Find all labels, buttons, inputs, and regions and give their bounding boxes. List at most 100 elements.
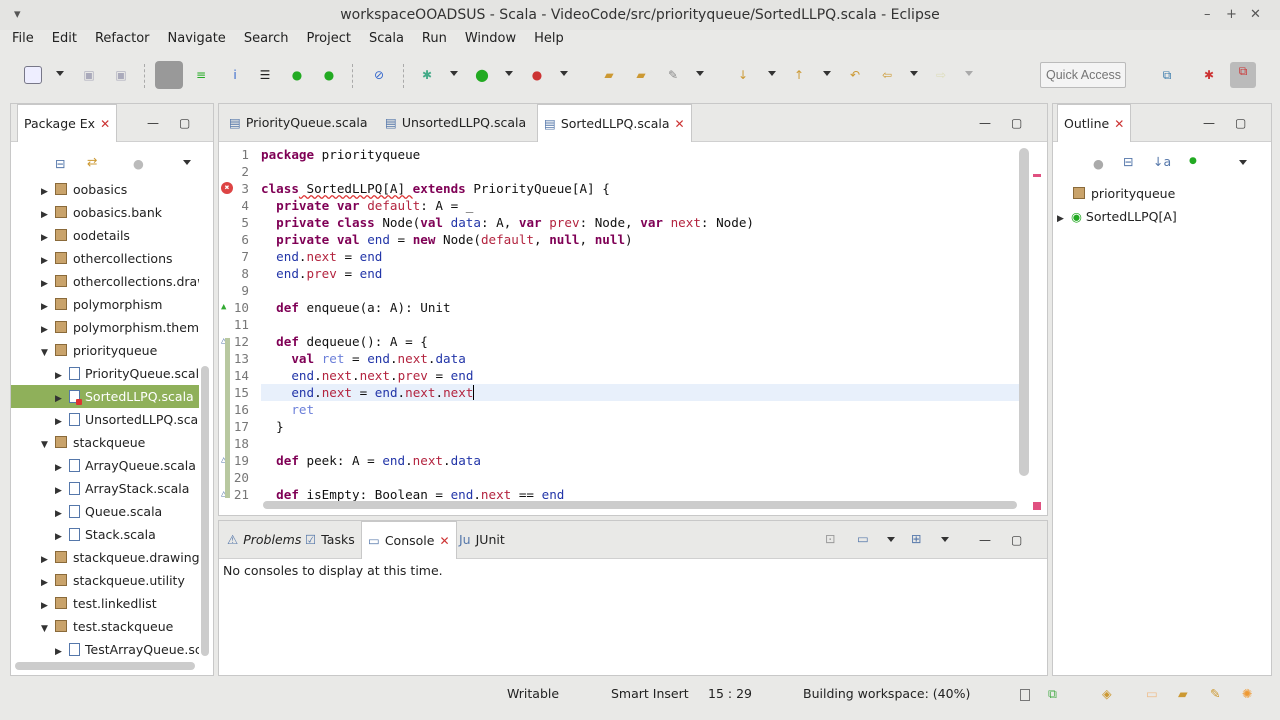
code-line[interactable]: 14 end.next.next.prev = end (219, 367, 1021, 384)
save-icon[interactable]: ▣ (80, 66, 98, 84)
tree-item[interactable]: ▶ UnsortedLLPQ.scala (11, 408, 199, 431)
tree-item[interactable]: ▶ ArrayQueue.scala (11, 454, 199, 477)
code-line[interactable]: 2 (219, 163, 1021, 180)
back-icon[interactable]: ⇦ (878, 66, 896, 84)
run-test-icon[interactable]: ● (320, 66, 338, 84)
menu-search[interactable]: Search (232, 30, 295, 50)
close-icon[interactable]: ✕ (100, 117, 110, 131)
minimize-icon[interactable]: – (1204, 0, 1211, 30)
next-annotation-icon[interactable]: ↓ (734, 66, 752, 84)
run-scala-icon[interactable]: ● (288, 66, 306, 84)
tree-scrollbar[interactable] (201, 366, 209, 656)
menu-refactor[interactable]: Refactor (83, 30, 156, 50)
tab-outline[interactable]: Outline ✕ (1057, 104, 1132, 142)
collapse-all-icon[interactable]: ⊟ (55, 156, 65, 171)
maximize-icon[interactable]: ▢ (1235, 116, 1246, 130)
prev-annotation-icon[interactable]: ↑ (790, 66, 808, 84)
code-line[interactable]: 15 end.next = end.next.next (234, 384, 1021, 401)
tray-icon-2[interactable]: ▭ (1146, 686, 1158, 701)
close-icon[interactable]: ✕ (1250, 0, 1261, 30)
menu-project[interactable]: Project (294, 30, 356, 50)
menu-edit[interactable]: Edit (40, 30, 83, 50)
tree-item[interactable]: ▶ oobasics (11, 178, 199, 201)
tree-item[interactable]: ▶ TestArrayQueue.sca (11, 638, 199, 660)
debug-perspective-icon[interactable]: ✱ (1200, 66, 1218, 84)
code-line[interactable]: 10 def enqueue(a: A): Unit ▲ (219, 299, 1021, 316)
open-resource-icon[interactable]: ▰ (632, 66, 650, 84)
close-icon[interactable]: ✕ (675, 117, 685, 131)
tree-item[interactable]: ▶ PriorityQueue.scala (11, 362, 199, 385)
code-line[interactable]: 12 def dequeue(): A = {△ (219, 333, 1021, 350)
open-console-icon[interactable]: ⊞ (911, 531, 921, 546)
implements-icon[interactable]: ▲ (221, 299, 226, 316)
tree-item[interactable]: ▶ test.linkedlist (11, 592, 199, 615)
tab-priorityqueue-scala[interactable]: ▤ PriorityQueue.scala (223, 104, 374, 142)
pin-console-icon[interactable]: ⊡ (825, 531, 835, 546)
last-edit-icon[interactable]: ↶ (846, 66, 864, 84)
editor-hscrollbar[interactable] (263, 501, 1017, 509)
external-dropdown-icon[interactable] (560, 71, 568, 76)
code-line[interactable]: 4 private var default: A = _ (219, 197, 1021, 214)
progress-details-icon[interactable]: ⧉ (1048, 686, 1057, 702)
code-line[interactable]: 18 (219, 435, 1021, 452)
external-tools-icon[interactable]: ● (528, 66, 546, 84)
sort-icon[interactable]: ↓a (1153, 154, 1171, 169)
run-icon[interactable]: ● (473, 66, 491, 84)
tree-item[interactable]: ▶ oobasics.bank (11, 201, 199, 224)
tab-tasks[interactable]: ☑ Tasks (299, 521, 361, 559)
tab-problems[interactable]: ⚠ Problems (221, 521, 307, 559)
maximize-icon[interactable]: ▢ (1011, 116, 1022, 130)
tray-icon-1[interactable]: ◈ (1102, 686, 1112, 701)
maximize-icon[interactable]: + (1226, 0, 1237, 30)
minimize-icon[interactable]: — (979, 116, 991, 130)
tab-sortedllpq-scala[interactable]: ▤ SortedLLPQ.scala ✕ (537, 104, 692, 142)
tree-item[interactable]: ▶ Stack.scala (11, 523, 199, 546)
tree-item[interactable]: ▶ polymorphism (11, 293, 199, 316)
tree-item[interactable]: ▶ SortedLLPQ.scala (11, 385, 199, 408)
tree-item[interactable]: ▼ stackqueue (11, 431, 199, 454)
menu-file[interactable]: File (0, 30, 40, 50)
next-annotation-dropdown-icon[interactable] (768, 71, 776, 76)
menu-help[interactable]: Help (522, 30, 570, 50)
display-console-icon[interactable]: ▭ (857, 531, 869, 546)
tab-package-explorer[interactable]: Package Ex ✕ (17, 104, 118, 142)
debug-dropdown-icon[interactable] (450, 71, 458, 76)
open-perspective-icon[interactable]: ⧉ (1158, 66, 1176, 84)
tree-item[interactable]: ▶ stackqueue.utility (11, 569, 199, 592)
code-line[interactable]: 5 private class Node(val data: A, var pr… (219, 214, 1021, 231)
search-dropdown-icon[interactable] (696, 71, 704, 76)
menu-window[interactable]: Window (453, 30, 522, 50)
tree-item[interactable]: ▶ oodetails (11, 224, 199, 247)
code-line[interactable]: 9 (219, 282, 1021, 299)
tree-item[interactable]: ▶ Queue.scala (11, 500, 199, 523)
menu-navigate[interactable]: Navigate (156, 30, 232, 50)
progress-view-icon[interactable] (1020, 689, 1030, 701)
tree-item[interactable]: ▶ ArrayStack.scala (11, 477, 199, 500)
maximize-icon[interactable]: ▢ (1011, 533, 1022, 547)
code-line[interactable]: 3 class SortedLLPQ[A] extends PriorityQue… (219, 180, 1021, 197)
close-icon[interactable]: ✕ (439, 534, 449, 548)
tab-junit[interactable]: Ju JUnit (453, 521, 511, 559)
code-line[interactable]: 6 private val end = new Node(default, nu… (219, 231, 1021, 248)
minimize-icon[interactable]: — (147, 116, 159, 130)
open-console-dropdown-icon[interactable] (941, 537, 949, 542)
quick-access-input[interactable] (1040, 62, 1126, 88)
close-icon[interactable]: ✕ (1114, 117, 1124, 131)
info-icon[interactable]: i (226, 66, 244, 84)
window-menu-icon[interactable]: ▾ (14, 0, 21, 30)
code-line[interactable]: 11 (219, 316, 1021, 333)
outline-item[interactable]: ▶ ◉ SortedLLPQ[A] (1057, 205, 1177, 228)
outline-item[interactable]: priorityqueue (1069, 182, 1175, 205)
tray-icon-3[interactable]: ▰ (1178, 686, 1188, 701)
menu-run[interactable]: Run (410, 30, 453, 50)
tray-icon-5[interactable]: ✺ (1242, 686, 1252, 701)
overview-error-marker[interactable] (1033, 174, 1041, 177)
view-menu-icon[interactable] (183, 160, 191, 165)
code-line[interactable]: 8 end.prev = end (219, 265, 1021, 282)
display-console-dropdown-icon[interactable] (887, 537, 895, 542)
new-dropdown-icon[interactable] (56, 71, 64, 76)
save-all-icon[interactable]: ▣ (112, 66, 130, 84)
new-icon[interactable] (24, 66, 42, 84)
code-editor[interactable]: 1 package priorityqueue 2 3 class SortedLLPQ… (219, 144, 1021, 502)
tree-hscrollbar[interactable] (15, 662, 195, 670)
